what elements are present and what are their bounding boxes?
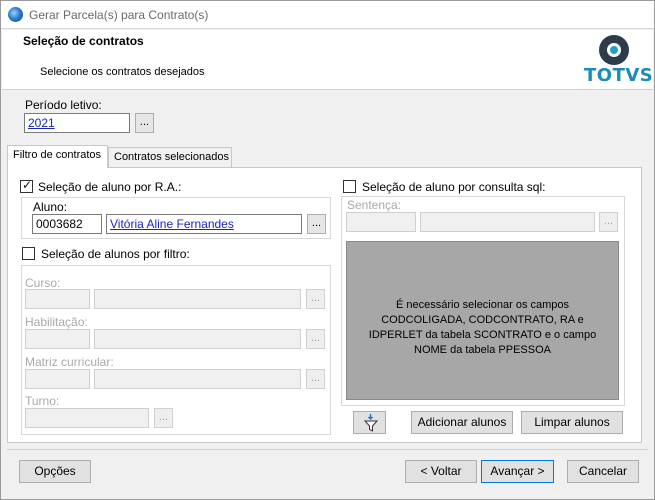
window-title: Gerar Parcela(s) para Contrato(s) <box>29 8 209 22</box>
logo-text: TOTVS <box>584 65 654 86</box>
sql-message-box: É necessário selecionar os campos CODCOL… <box>346 241 619 400</box>
logo-mark <box>599 35 629 65</box>
turno-input[interactable] <box>25 408 149 428</box>
habilitacao-browse-button[interactable]: ... <box>306 329 325 349</box>
cancelar-button[interactable]: Cancelar <box>567 460 639 483</box>
ra-checkbox[interactable]: ✓ <box>20 178 33 193</box>
aluno-label: Aluno: <box>33 200 68 214</box>
habilitacao-label: Habilitação: <box>25 315 88 329</box>
sql-checkbox-label: Seleção de aluno por consulta sql: <box>362 180 546 194</box>
adicionar-alunos-button[interactable]: Adicionar alunos <box>411 411 513 434</box>
aluno-browse-button[interactable]: ... <box>307 214 326 234</box>
habilitacao-code-input[interactable] <box>25 329 90 349</box>
page-subtitle: Selecione os contratos desejados <box>40 66 205 78</box>
sentenca-code-input[interactable] <box>346 212 416 232</box>
avancar-button[interactable]: Avançar > <box>481 460 554 483</box>
curso-code-input[interactable] <box>25 289 90 309</box>
app-icon <box>8 7 23 22</box>
periodo-input[interactable]: 2021 <box>24 113 130 133</box>
filter-button[interactable] <box>353 411 386 434</box>
matriz-code-input[interactable] <box>25 369 90 389</box>
limpar-alunos-button[interactable]: Limpar alunos <box>521 411 623 434</box>
page-title: Seleção de contratos <box>23 34 144 48</box>
check-icon: ✓ <box>22 178 33 192</box>
sql-message-text: É necessário selecionar os campos CODCOL… <box>368 299 597 356</box>
matriz-label: Matriz curricular: <box>25 355 114 369</box>
sql-checkbox[interactable] <box>343 180 356 193</box>
voltar-button[interactable]: < Voltar <box>405 460 477 483</box>
aluno-name-input[interactable]: Vitória Aline Fernandes <box>106 214 302 234</box>
footer-divider <box>7 449 648 450</box>
matriz-browse-button[interactable]: ... <box>306 369 325 389</box>
filtro-checkbox[interactable] <box>22 247 35 260</box>
ra-checkbox-label: Seleção de aluno por R.A.: <box>38 180 182 194</box>
curso-name-input[interactable] <box>94 289 301 309</box>
sentenca-browse-button[interactable]: ... <box>599 212 618 232</box>
turno-label: Turno: <box>25 394 60 408</box>
title-bar: Gerar Parcela(s) para Contrato(s) <box>1 1 654 29</box>
wizard-header: Seleção de contratos Selecione os contra… <box>2 30 653 90</box>
curso-label: Curso: <box>25 276 61 290</box>
filtro-checkbox-label: Seleção de alunos por filtro: <box>41 247 190 261</box>
opcoes-button[interactable]: Opções <box>19 460 91 483</box>
filter-icon <box>363 414 379 432</box>
turno-browse-button[interactable]: ... <box>154 408 173 428</box>
tab-contratos-selecionados[interactable]: Contratos selecionados <box>108 147 232 168</box>
curso-browse-button[interactable]: ... <box>306 289 325 309</box>
wizard-window: Gerar Parcela(s) para Contrato(s) Seleçã… <box>0 0 655 500</box>
sentenca-name-input[interactable] <box>420 212 595 232</box>
periodo-label: Período letivo: <box>25 98 102 112</box>
sentenca-label: Sentença: <box>347 198 402 212</box>
totvs-logo: TOTVS <box>582 33 653 87</box>
aluno-code-input[interactable]: 0003682 <box>32 214 102 234</box>
periodo-browse-button[interactable]: ... <box>135 113 154 133</box>
matriz-name-input[interactable] <box>94 369 301 389</box>
tab-filtro-contratos[interactable]: Filtro de contratos <box>7 145 108 168</box>
habilitacao-name-input[interactable] <box>94 329 301 349</box>
